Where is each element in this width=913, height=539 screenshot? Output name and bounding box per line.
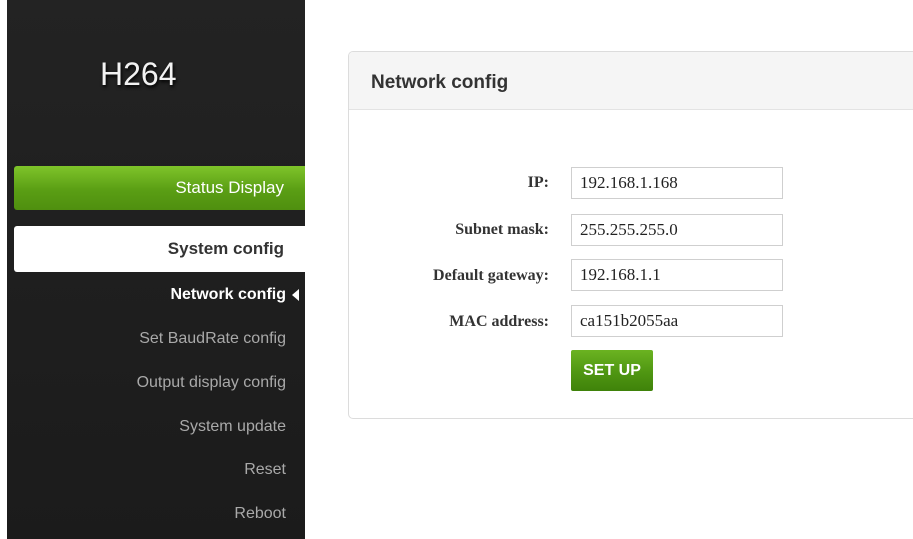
default-gateway-field[interactable]: 192.168.1.1	[571, 259, 783, 291]
active-caret-icon	[292, 289, 299, 301]
logo: H264	[100, 56, 177, 92]
ip-label: IP:	[527, 174, 549, 191]
mac-address-label: MAC address:	[449, 313, 549, 330]
set-up-button[interactable]: SET UP	[571, 350, 653, 391]
page: H264 Status Display System config Networ…	[0, 0, 913, 539]
sidebar-item-network-config[interactable]: Network config	[170, 286, 286, 304]
sidebar-item-reset[interactable]: Reset	[244, 461, 286, 479]
sidebar-item-output-display-config[interactable]: Output display config	[137, 374, 286, 392]
system-config-button[interactable]: System config	[14, 226, 305, 272]
sidebar: H264 Status Display System config Networ…	[7, 0, 305, 539]
sidebar-item-reboot[interactable]: Reboot	[234, 505, 286, 523]
default-gateway-label: Default gateway:	[433, 267, 549, 284]
ip-field[interactable]: 192.168.1.168	[571, 167, 783, 199]
sidebar-item-set-baudrate-config[interactable]: Set BaudRate config	[139, 330, 286, 348]
status-display-button[interactable]: Status Display	[14, 166, 305, 210]
mac-address-field[interactable]: ca151b2055aa	[571, 305, 783, 337]
subnet-mask-field[interactable]: 255.255.255.0	[571, 214, 783, 246]
sidebar-item-system-update[interactable]: System update	[179, 418, 286, 436]
network-config-panel: Network config IP: 192.168.1.168 Subnet …	[348, 51, 913, 419]
subnet-mask-label: Subnet mask:	[455, 221, 549, 238]
panel-title: Network config	[349, 52, 913, 110]
